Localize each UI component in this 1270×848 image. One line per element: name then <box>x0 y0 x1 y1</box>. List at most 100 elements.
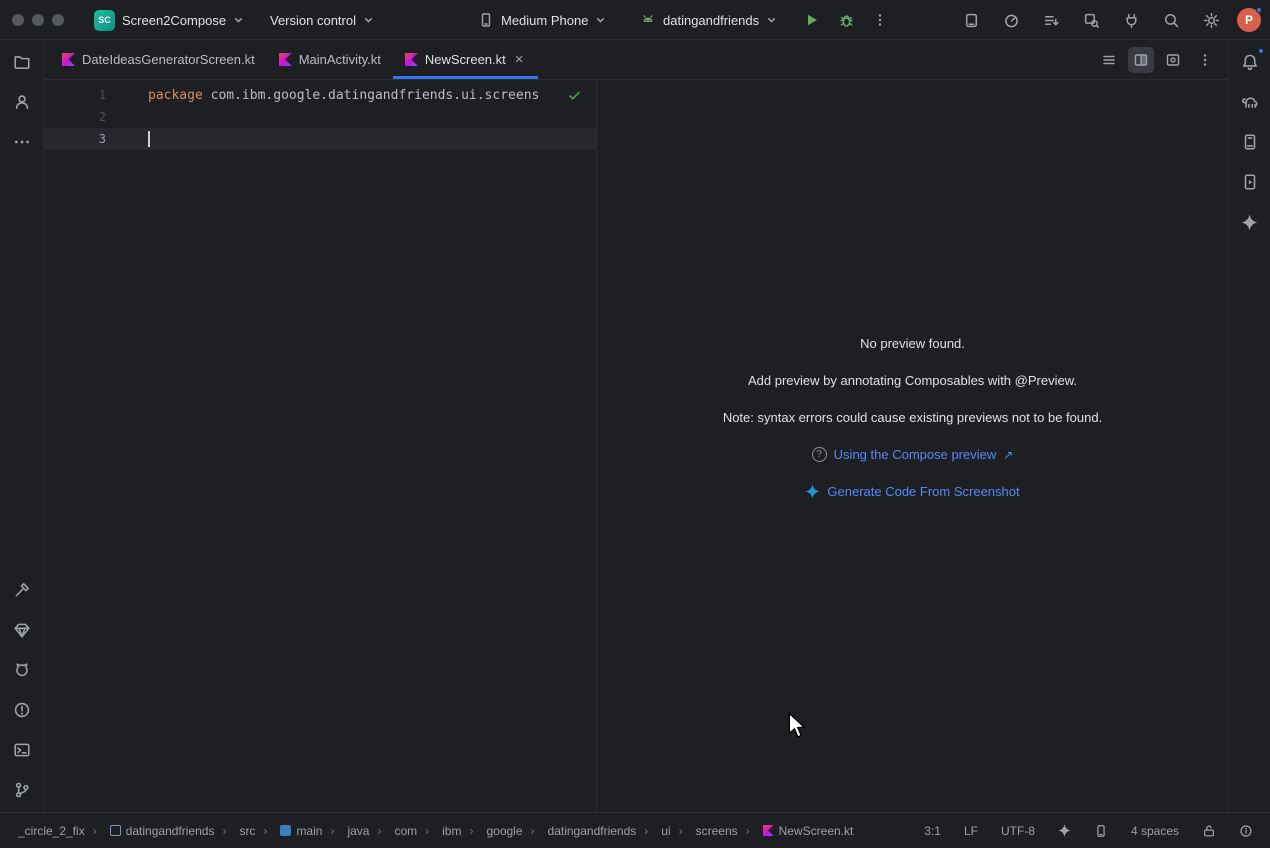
project-name: Screen2Compose <box>122 13 226 28</box>
breadcrumb-item[interactable]: java <box>326 822 373 840</box>
settings-button[interactable] <box>1197 6 1225 34</box>
split-view-button[interactable] <box>1128 47 1154 73</box>
caret-position-widget[interactable]: 3:1 <box>921 822 944 840</box>
app-quality-insights-button[interactable] <box>4 612 40 648</box>
breadcrumb-item[interactable]: src <box>218 822 259 840</box>
problems-tool-button[interactable] <box>4 692 40 728</box>
run-button[interactable] <box>798 6 826 34</box>
build-variants-button[interactable] <box>1037 6 1065 34</box>
left-tool-stripe <box>0 40 44 812</box>
breadcrumb-item[interactable]: ui <box>640 822 674 840</box>
project-selector[interactable]: SC Screen2Compose <box>86 5 252 35</box>
device-manager-button[interactable] <box>957 6 985 34</box>
avatar-initial: P <box>1245 13 1253 27</box>
device-explorer-button[interactable] <box>1232 124 1268 160</box>
breadcrumb-item[interactable]: screens <box>675 822 742 840</box>
chevron-down-icon <box>766 15 777 26</box>
line-number: 2 <box>44 110 106 124</box>
zoom-window-button[interactable] <box>52 14 64 26</box>
cat-icon <box>13 661 31 679</box>
chevron-down-icon <box>595 15 606 26</box>
breadcrumb-item[interactable]: com <box>373 822 421 840</box>
breadcrumb-item[interactable]: main <box>259 822 326 840</box>
version-control-selector[interactable]: Version control <box>262 5 382 35</box>
search-icon <box>1163 12 1180 29</box>
running-devices-icon <box>1241 173 1259 191</box>
terminal-tool-button[interactable] <box>4 732 40 768</box>
no-preview-text: No preview found. <box>860 336 965 351</box>
app-inspection-button[interactable] <box>1077 6 1105 34</box>
breadcrumb-label: ui <box>661 824 670 838</box>
editor-options-button[interactable] <box>1192 47 1218 73</box>
gemini-tool-button[interactable] <box>1232 204 1268 240</box>
avatar[interactable]: P <box>1237 8 1261 32</box>
code-view-button[interactable] <box>1096 47 1122 73</box>
close-window-button[interactable] <box>12 14 24 26</box>
breadcrumb-item[interactable]: ibm <box>421 822 465 840</box>
device-selector[interactable]: Medium Phone <box>470 5 614 35</box>
encoding-widget[interactable]: UTF-8 <box>998 822 1038 840</box>
project-tool-button[interactable] <box>4 44 40 80</box>
kotlin-file-icon <box>405 53 418 66</box>
commit-tool-button[interactable] <box>4 84 40 120</box>
logcat-tool-button[interactable] <box>4 652 40 688</box>
tab-mainactivity[interactable]: MainActivity.kt <box>267 40 393 79</box>
breadcrumb-item[interactable]: datingandfriends <box>527 822 641 840</box>
breadcrumb-item[interactable]: google <box>465 822 526 840</box>
search-everywhere-button[interactable] <box>1157 6 1185 34</box>
breadcrumb-label: _circle_2_fix <box>18 824 85 838</box>
exclamation-circle-icon <box>13 701 31 719</box>
kebab-menu-icon <box>872 12 888 28</box>
build-tool-button[interactable] <box>4 572 40 608</box>
breadcrumb-item[interactable]: datingandfriends <box>89 822 219 840</box>
chevron-down-icon <box>233 15 244 26</box>
minimize-window-button[interactable] <box>32 14 44 26</box>
line-separator-widget[interactable]: LF <box>961 822 981 840</box>
unlocked-padlock-icon <box>1202 824 1216 838</box>
tab-dateideasgeneratorscreen[interactable]: DateIdeasGeneratorScreen.kt <box>50 40 267 79</box>
breadcrumb-label: NewScreen.kt <box>779 824 854 838</box>
notifications-button[interactable] <box>1232 44 1268 80</box>
version-control-tool-button[interactable] <box>4 772 40 808</box>
info-widget[interactable] <box>1236 822 1256 840</box>
profiler-button[interactable] <box>997 6 1025 34</box>
plugins-button[interactable] <box>1117 6 1145 34</box>
more-run-options-button[interactable] <box>866 6 894 34</box>
info-circle-icon <box>1239 824 1253 838</box>
more-tool-windows-button[interactable] <box>4 124 40 160</box>
compose-preview-help-link[interactable]: ? Using the Compose preview ↗ <box>812 447 1014 462</box>
breadcrumb-label: datingandfriends <box>126 824 215 838</box>
breadcrumb-label: com <box>394 824 417 838</box>
statusbar: _circle_2_fix datingandfriends src main … <box>0 812 1270 848</box>
design-view-button[interactable] <box>1160 47 1186 73</box>
debug-button[interactable] <box>832 6 860 34</box>
editor-zone: DateIdeasGeneratorScreen.kt MainActivity… <box>44 40 1228 812</box>
chevron-down-icon <box>363 15 374 26</box>
gradle-tool-button[interactable] <box>1232 84 1268 120</box>
folder-icon <box>13 53 31 71</box>
device-status-widget[interactable] <box>1091 822 1111 840</box>
generate-code-link[interactable]: Generate Code From Screenshot <box>805 484 1019 499</box>
code-line: 2 <box>44 106 596 128</box>
tab-newscreen[interactable]: NewScreen.kt × <box>393 40 538 79</box>
code-editor[interactable]: 1 package com.ibm.google.datingandfriend… <box>44 80 596 812</box>
project-badge: SC <box>94 10 115 31</box>
breadcrumb-item[interactable]: NewScreen.kt <box>742 822 858 840</box>
version-control-label: Version control <box>270 13 356 28</box>
gradle-elephant-icon <box>1241 93 1259 111</box>
code-line: 1 package com.ibm.google.datingandfriend… <box>44 84 596 106</box>
help-icon: ? <box>812 447 827 462</box>
indent-widget[interactable]: 4 spaces <box>1128 822 1182 840</box>
gemini-status-widget[interactable] <box>1055 822 1074 839</box>
bug-icon <box>838 12 855 29</box>
inspections-widget[interactable] <box>567 88 582 107</box>
close-tab-icon[interactable]: × <box>513 52 526 67</box>
readonly-toggle-widget[interactable] <box>1199 822 1219 840</box>
user-icon <box>13 93 31 111</box>
phone-icon <box>1094 824 1108 838</box>
running-devices-button[interactable] <box>1232 164 1268 200</box>
kotlin-file-icon <box>279 53 292 66</box>
breadcrumb-item[interactable]: _circle_2_fix <box>14 822 89 840</box>
run-configuration-selector[interactable]: datingandfriends <box>632 5 785 35</box>
generate-code-link-label: Generate Code From Screenshot <box>827 484 1019 499</box>
